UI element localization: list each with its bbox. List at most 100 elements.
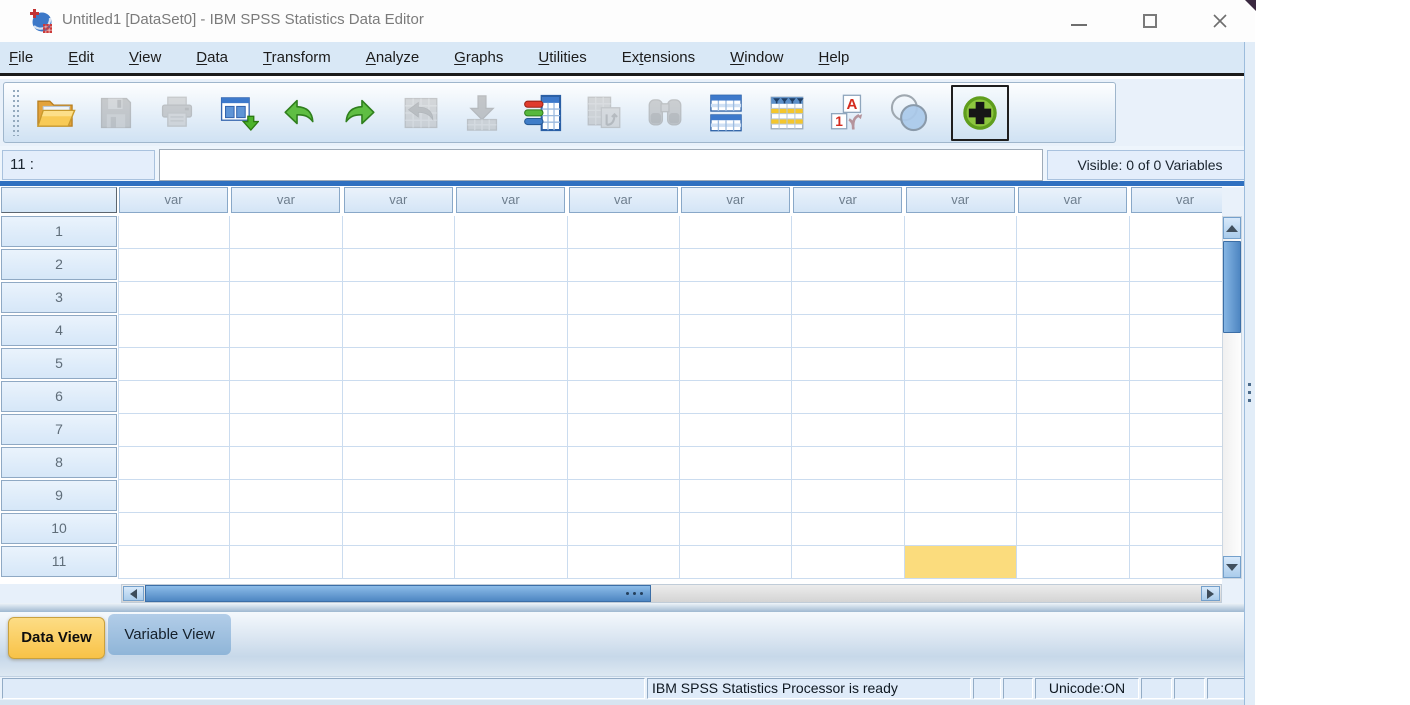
data-cell[interactable] [680,282,792,315]
data-cell[interactable] [343,249,455,282]
find-button[interactable] [642,87,688,139]
column-header-var[interactable]: var [793,187,902,213]
data-cell[interactable] [230,513,342,546]
row-header-3[interactable]: 3 [1,282,117,313]
data-cell[interactable] [230,282,342,315]
vertical-scrollbar[interactable] [1222,216,1242,579]
menu-item-analyze[interactable]: Analyze [366,49,419,66]
menu-item-window[interactable]: Window [730,49,783,66]
data-cell[interactable] [680,348,792,381]
data-cell[interactable] [568,447,680,480]
data-cell[interactable] [792,249,904,282]
run-descriptives-button[interactable] [581,87,627,139]
data-cell[interactable] [1017,381,1129,414]
data-cell[interactable] [1017,546,1129,579]
data-cell[interactable] [343,315,455,348]
data-cell[interactable] [905,315,1017,348]
data-cell[interactable] [455,546,567,579]
data-cell[interactable] [792,282,904,315]
data-cell[interactable] [568,546,680,579]
data-cell[interactable] [230,249,342,282]
data-cell[interactable] [118,381,230,414]
data-cell[interactable] [568,315,680,348]
row-header-9[interactable]: 9 [1,480,117,511]
horizontal-scroll-thumb[interactable] [145,585,651,602]
tab-variable-view[interactable]: Variable View [108,614,231,655]
data-cell[interactable] [118,414,230,447]
data-cell[interactable] [905,216,1017,249]
data-cell[interactable] [1017,249,1129,282]
data-cell[interactable] [1017,447,1129,480]
data-cell[interactable] [568,249,680,282]
data-cell[interactable] [343,414,455,447]
data-cell[interactable] [792,348,904,381]
menu-item-utilities[interactable]: Utilities [538,49,586,66]
redo-button[interactable] [337,87,383,139]
menu-item-edit[interactable]: Edit [68,49,94,66]
data-cell[interactable] [343,282,455,315]
data-cell[interactable] [680,315,792,348]
data-cell[interactable] [1017,414,1129,447]
data-cell[interactable] [343,348,455,381]
data-cell[interactable] [1130,414,1222,447]
grid-corner-cell[interactable] [1,187,117,213]
row-header-7[interactable]: 7 [1,414,117,445]
data-cell[interactable] [455,414,567,447]
menu-item-view[interactable]: View [129,49,161,66]
row-header-11[interactable]: 11 [1,546,117,577]
data-cell[interactable] [680,546,792,579]
scroll-left-button[interactable] [123,586,144,601]
data-cell[interactable] [118,447,230,480]
goto-variable-button[interactable] [459,87,505,139]
data-cell[interactable] [1130,315,1222,348]
data-cell[interactable] [455,480,567,513]
menu-item-extensions[interactable]: Extensions [622,49,695,66]
data-cell[interactable] [455,513,567,546]
row-header-5[interactable]: 5 [1,348,117,379]
window-resize-grip[interactable] [1248,383,1251,405]
data-cell[interactable] [1130,513,1222,546]
column-header-var[interactable]: var [681,187,790,213]
data-cell[interactable] [455,216,567,249]
row-header-4[interactable]: 4 [1,315,117,346]
data-cell[interactable] [118,546,230,579]
data-cell[interactable] [343,447,455,480]
data-cell[interactable] [118,315,230,348]
data-cell[interactable] [118,282,230,315]
horizontal-scrollbar[interactable] [121,584,1222,603]
data-cell[interactable] [792,216,904,249]
data-cell[interactable] [455,381,567,414]
data-cell[interactable] [792,315,904,348]
data-cell[interactable] [680,414,792,447]
selected-cell[interactable] [905,546,1017,579]
column-header-var[interactable]: var [1018,187,1127,213]
menu-item-transform[interactable]: Transform [263,49,331,66]
column-header-var[interactable]: var [1131,187,1222,213]
menu-item-help[interactable]: Help [819,49,850,66]
data-cell[interactable] [792,381,904,414]
maximize-button[interactable] [1134,9,1166,33]
row-header-1[interactable]: 1 [1,216,117,247]
split-file-button[interactable] [703,87,749,139]
column-header-var[interactable]: var [119,187,228,213]
data-cell[interactable] [1017,480,1129,513]
data-cell[interactable] [905,249,1017,282]
data-cell[interactable] [455,249,567,282]
row-header-6[interactable]: 6 [1,381,117,412]
row-header-8[interactable]: 8 [1,447,117,478]
undo-button[interactable] [276,87,322,139]
data-cell[interactable] [905,381,1017,414]
data-cell[interactable] [230,414,342,447]
menu-item-file[interactable]: File [9,49,33,66]
minimize-button[interactable] [1063,9,1095,33]
data-cell[interactable] [230,216,342,249]
data-cell[interactable] [1130,216,1222,249]
data-cell[interactable] [680,249,792,282]
vertical-scroll-thumb[interactable] [1223,241,1241,333]
column-header-var[interactable]: var [231,187,340,213]
data-cell[interactable] [118,480,230,513]
recall-dialogs-button[interactable] [215,87,261,139]
data-cell[interactable] [680,381,792,414]
data-cell[interactable] [118,216,230,249]
data-cell[interactable] [680,447,792,480]
